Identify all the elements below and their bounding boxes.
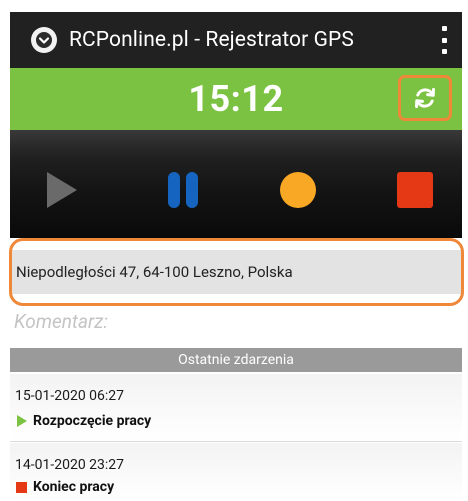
clock-bar: 15:12 bbox=[10, 68, 462, 130]
record-button[interactable] bbox=[278, 170, 318, 210]
recording-controls bbox=[10, 130, 462, 238]
play-icon bbox=[47, 172, 77, 208]
event-label: Koniec pracy bbox=[33, 479, 115, 495]
start-icon bbox=[17, 415, 27, 427]
play-button[interactable] bbox=[42, 170, 82, 210]
event-label-row: Koniec pracy bbox=[15, 479, 114, 495]
stop-icon bbox=[397, 172, 433, 208]
event-item[interactable]: 14-01-2020 23:27 Koniec pracy bbox=[10, 443, 462, 501]
app-screen: RCPonline.pl - Rejestrator GPS 15:12 Nie… bbox=[0, 0, 468, 501]
logo-icon bbox=[31, 27, 57, 53]
pause-icon bbox=[165, 172, 201, 208]
app-bar: RCPonline.pl - Rejestrator GPS bbox=[10, 12, 462, 68]
stop-button[interactable] bbox=[395, 170, 435, 210]
event-label-row: Rozpoczęcie pracy bbox=[15, 413, 151, 429]
address-bar: Niepodległości 47, 64-100 Leszno, Polska bbox=[10, 250, 462, 294]
stop-marker-icon bbox=[16, 481, 27, 493]
pause-button[interactable] bbox=[163, 170, 203, 210]
refresh-icon bbox=[415, 88, 435, 108]
clock-time: 15:12 bbox=[188, 78, 284, 120]
record-icon bbox=[280, 172, 316, 208]
event-label: Rozpoczęcie pracy bbox=[33, 413, 152, 429]
app-title: RCPonline.pl - Rejestrator GPS bbox=[69, 28, 354, 52]
recent-events-header: Ostatnie zdarzenia bbox=[10, 348, 462, 372]
current-address: Niepodległości 47, 64-100 Leszno, Polska bbox=[16, 263, 293, 281]
comment-input[interactable]: Komentarz: bbox=[14, 308, 454, 336]
event-item[interactable]: 15-01-2020 06:27 Rozpoczęcie pracy bbox=[10, 374, 462, 442]
refresh-button[interactable] bbox=[398, 75, 452, 121]
event-date: 14-01-2020 23:27 bbox=[15, 457, 125, 473]
overflow-menu-icon[interactable] bbox=[440, 26, 448, 54]
event-date: 15-01-2020 06:27 bbox=[15, 388, 125, 404]
